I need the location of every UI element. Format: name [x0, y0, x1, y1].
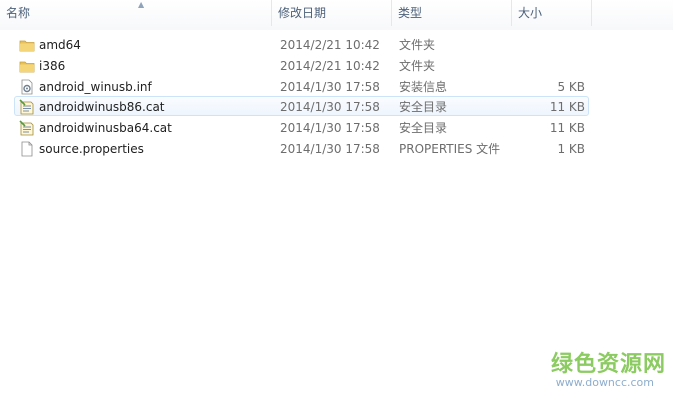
watermark-url: www.downcc.com	[555, 376, 654, 389]
column-header-name-label: 名称	[6, 6, 31, 20]
watermark: 绿色资源网 www.downcc.com	[536, 346, 666, 394]
file-size	[515, 56, 585, 76]
setup-info-icon	[19, 77, 37, 97]
file-icon	[19, 139, 37, 159]
column-header-type[interactable]: 类型	[392, 0, 512, 26]
file-date: 2014/1/30 17:58	[280, 142, 380, 156]
file-size: 11 KB	[549, 121, 585, 135]
file-row-android-winusb-inf[interactable]: android_winusb.inf 2014/1/30 17:58 安装信息 …	[14, 76, 589, 96]
column-header-size-label: 大小	[518, 6, 543, 20]
file-size: 11 KB	[549, 100, 585, 114]
column-header-name[interactable]: 名称 ▲	[0, 0, 272, 26]
watermark-title: 绿色资源网	[550, 352, 666, 377]
column-header-size[interactable]: 大小	[512, 0, 592, 26]
file-type: 文件夹	[399, 38, 436, 52]
file-type: 文件夹	[399, 59, 436, 73]
file-row-androidwinusba64-cat[interactable]: androidwinusba64.cat 2014/1/30 17:58 安全目…	[14, 117, 589, 137]
security-catalog-icon	[19, 118, 37, 138]
file-row-source-properties[interactable]: source.properties 2014/1/30 17:58 PROPER…	[14, 138, 589, 158]
folder-icon	[19, 56, 37, 76]
file-name: android_winusb.inf	[39, 80, 152, 94]
file-date: 2014/2/21 10:42	[280, 59, 380, 73]
file-size: 1 KB	[557, 142, 585, 156]
sort-ascending-icon: ▲	[138, 0, 145, 9]
file-name: amd64	[39, 38, 81, 52]
file-name: i386	[39, 59, 66, 73]
file-type: 安全目录	[399, 100, 448, 114]
file-type: 安装信息	[399, 80, 448, 94]
file-name: source.properties	[39, 142, 144, 156]
file-row-androidwinusb86-cat[interactable]: androidwinusb86.cat 2014/1/30 17:58 安全目录…	[14, 96, 589, 116]
file-date: 2014/1/30 17:58	[280, 121, 380, 135]
file-type: 安全目录	[399, 121, 448, 135]
file-date: 2014/2/21 10:42	[280, 38, 380, 52]
file-date: 2014/1/30 17:58	[280, 100, 380, 114]
column-header-date[interactable]: 修改日期	[272, 0, 392, 26]
file-size	[515, 35, 585, 55]
column-header-date-label: 修改日期	[278, 6, 327, 20]
folder-icon	[19, 35, 37, 55]
security-catalog-icon	[19, 97, 37, 117]
file-row-amd64[interactable]: amd64 2014/2/21 10:42 文件夹	[14, 34, 589, 54]
file-row-i386[interactable]: i386 2014/2/21 10:42 文件夹	[14, 55, 589, 75]
file-size: 5 KB	[557, 80, 585, 94]
file-date: 2014/1/30 17:58	[280, 80, 380, 94]
file-name: androidwinusba64.cat	[39, 121, 172, 135]
file-type: PROPERTIES 文件	[399, 142, 501, 156]
column-header-bar: 名称 ▲ 修改日期 类型 大小	[0, 0, 673, 30]
file-name: androidwinusb86.cat	[39, 100, 165, 114]
column-header-type-label: 类型	[398, 6, 423, 20]
